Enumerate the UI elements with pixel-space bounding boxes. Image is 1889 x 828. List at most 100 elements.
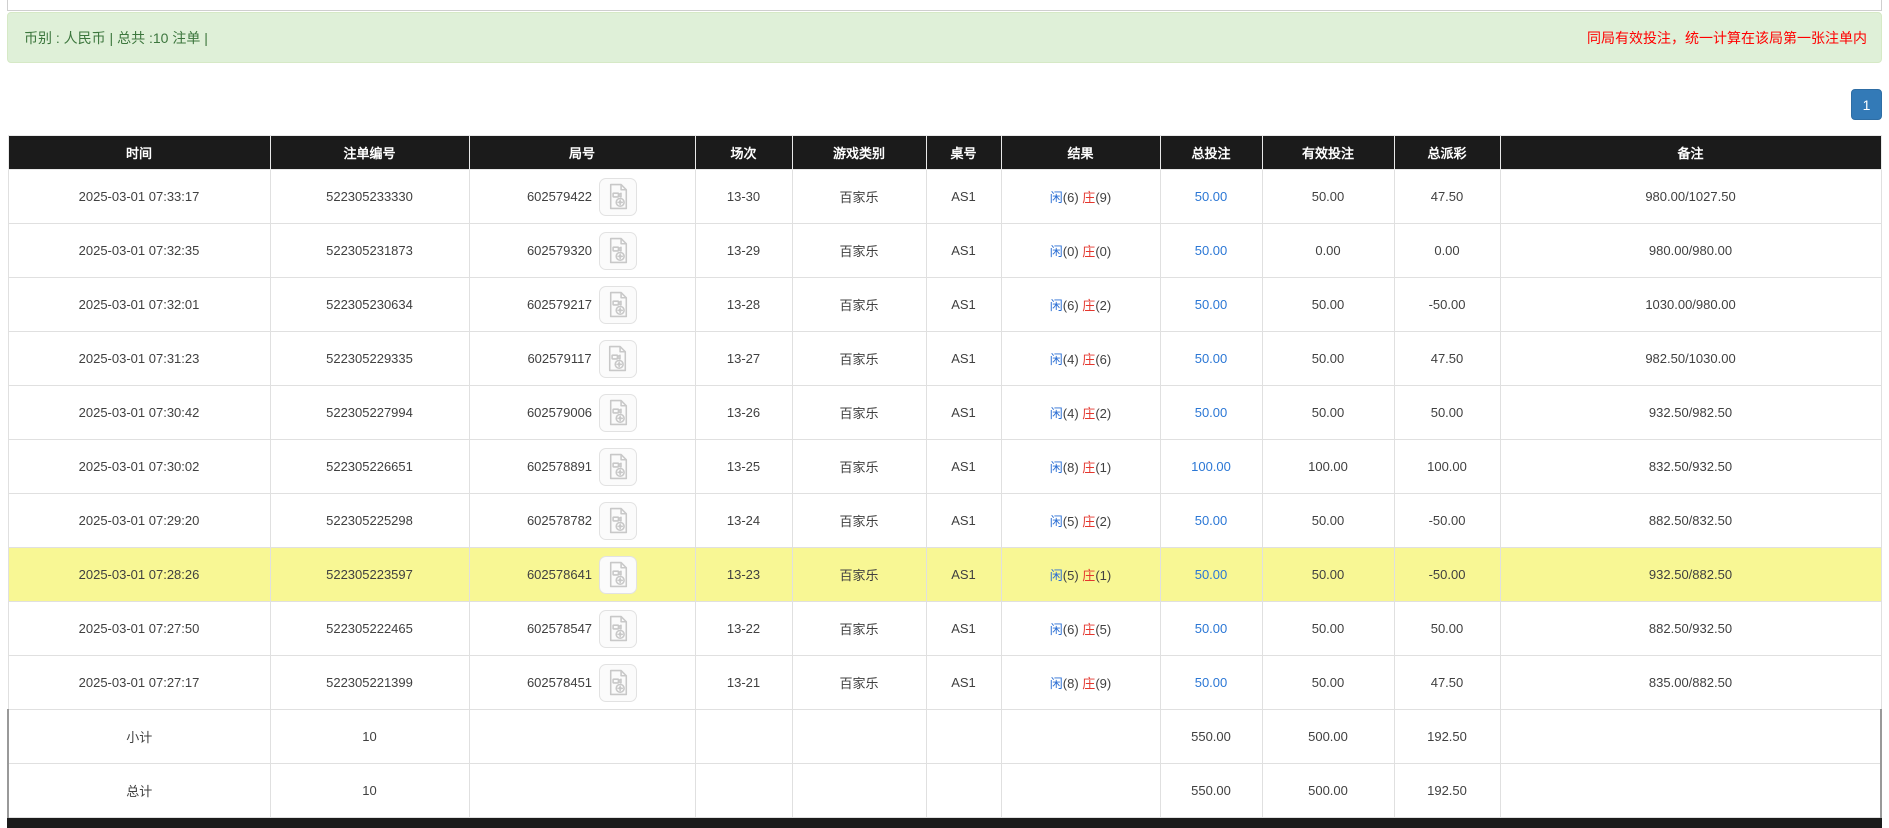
video-replay-button[interactable] [599,664,637,702]
round-no-text: 602578547 [527,621,592,636]
cell-session: 13-29 [695,224,792,278]
round-no-wrap: 602579217 [470,286,695,324]
summary-count: 10 [270,764,469,818]
cell-total-bet: 50.00 [1160,656,1262,710]
total-bet-link[interactable]: 50.00 [1195,405,1228,420]
video-file-icon [606,291,631,318]
cell-payout: 47.50 [1394,170,1500,224]
cell-round-no: 602579117 [469,332,695,386]
cell-table-no: AS1 [926,170,1001,224]
result-banker-score: (1) [1095,568,1111,583]
result-player-label: 闲 [1050,514,1063,529]
cell-remark: 932.50/882.50 [1500,548,1881,602]
cell-round-no: 602578641 [469,548,695,602]
cell-bet-id: 522305231873 [270,224,469,278]
video-replay-button[interactable] [599,610,637,648]
column-header: 桌号 [926,136,1001,170]
cell-remark: 882.50/932.50 [1500,602,1881,656]
cell-valid-bet: 50.00 [1262,278,1394,332]
cell-game-type: 百家乐 [792,278,926,332]
column-header: 结果 [1001,136,1160,170]
video-file-icon [606,669,631,696]
cell-valid-bet: 50.00 [1262,386,1394,440]
cell-bet-id: 522305226651 [270,440,469,494]
video-file-icon [606,237,631,264]
summary-empty-cell [1500,764,1881,818]
total-bet-link[interactable]: 50.00 [1195,243,1228,258]
cell-bet-id: 522305221399 [270,656,469,710]
cell-bet-id: 522305233330 [270,170,469,224]
result-banker-label: 庄 [1082,244,1095,259]
video-replay-button[interactable] [599,178,637,216]
total-bet-link[interactable]: 50.00 [1195,621,1228,636]
summary-empty-cell [1001,710,1160,764]
summary-row: 小计10550.00500.00192.50 [8,710,1881,764]
round-no-text: 602579217 [527,297,592,312]
column-header: 注单编号 [270,136,469,170]
table-row: 2025-03-01 07:27:17522305221399602578451… [8,656,1881,710]
result-banker-score: (2) [1095,514,1111,529]
cell-remark: 980.00/1027.50 [1500,170,1881,224]
cell-result: 闲(8) 庄(9) [1001,656,1160,710]
cell-remark: 980.00/980.00 [1500,224,1881,278]
settlement-notice-text: 同局有效投注，统一计算在该局第一张注单内 [1587,28,1867,48]
cell-game-type: 百家乐 [792,386,926,440]
result-banker-score: (0) [1095,244,1111,259]
summary-label: 小计 [8,710,270,764]
cell-time: 2025-03-01 07:33:17 [8,170,270,224]
total-bet-link[interactable]: 50.00 [1195,351,1228,366]
video-replay-button[interactable] [599,448,637,486]
result-banker-score: (5) [1095,622,1111,637]
cell-session: 13-23 [695,548,792,602]
cell-remark: 832.50/932.50 [1500,440,1881,494]
cell-valid-bet: 50.00 [1262,332,1394,386]
cell-game-type: 百家乐 [792,602,926,656]
column-header: 时间 [8,136,270,170]
video-file-icon [606,183,631,210]
summary-row: 总计10550.00500.00192.50 [8,764,1881,818]
table-row: 2025-03-01 07:29:20522305225298602578782… [8,494,1881,548]
cell-remark: 1030.00/980.00 [1500,278,1881,332]
cell-result: 闲(5) 庄(1) [1001,548,1160,602]
video-replay-button[interactable] [599,394,637,432]
result-player-label: 闲 [1050,622,1063,637]
cell-session: 13-25 [695,440,792,494]
cell-payout: 50.00 [1394,602,1500,656]
result-player-label: 闲 [1050,190,1063,205]
video-replay-button[interactable] [599,232,637,270]
total-bet-link[interactable]: 50.00 [1195,513,1228,528]
page-1-button[interactable]: 1 [1851,89,1882,120]
cell-remark: 932.50/982.50 [1500,386,1881,440]
total-bet-link[interactable]: 50.00 [1195,675,1228,690]
video-replay-button[interactable] [599,286,637,324]
summary-empty-cell [792,764,926,818]
betting-records-table: 时间注单编号局号场次游戏类别桌号结果总投注有效投注总派彩备注 2025-03-0… [7,135,1882,818]
table-header-row: 时间注单编号局号场次游戏类别桌号结果总投注有效投注总派彩备注 [8,136,1881,170]
video-replay-button[interactable] [599,556,637,594]
table-row: 2025-03-01 07:27:50522305222465602578547… [8,602,1881,656]
cell-round-no: 602578782 [469,494,695,548]
table-footer-bar [7,818,1882,828]
cell-payout: 47.50 [1394,656,1500,710]
result-player-label: 闲 [1050,676,1063,691]
cell-table-no: AS1 [926,656,1001,710]
cell-total-bet: 50.00 [1160,170,1262,224]
video-file-icon [605,345,630,372]
cell-table-no: AS1 [926,602,1001,656]
video-replay-button[interactable] [599,340,637,378]
round-no-wrap: 602578891 [470,448,695,486]
round-no-wrap: 602579320 [470,232,695,270]
total-bet-link[interactable]: 50.00 [1195,567,1228,582]
cell-table-no: AS1 [926,332,1001,386]
cell-round-no: 602578547 [469,602,695,656]
column-header: 总派彩 [1394,136,1500,170]
cell-valid-bet: 50.00 [1262,602,1394,656]
total-bet-link[interactable]: 100.00 [1191,459,1231,474]
result-player-score: (5) [1063,568,1083,583]
cell-round-no: 602579320 [469,224,695,278]
video-replay-button[interactable] [599,502,637,540]
cell-time: 2025-03-01 07:30:42 [8,386,270,440]
total-bet-link[interactable]: 50.00 [1195,189,1228,204]
total-bet-link[interactable]: 50.00 [1195,297,1228,312]
round-no-wrap: 602579006 [470,394,695,432]
